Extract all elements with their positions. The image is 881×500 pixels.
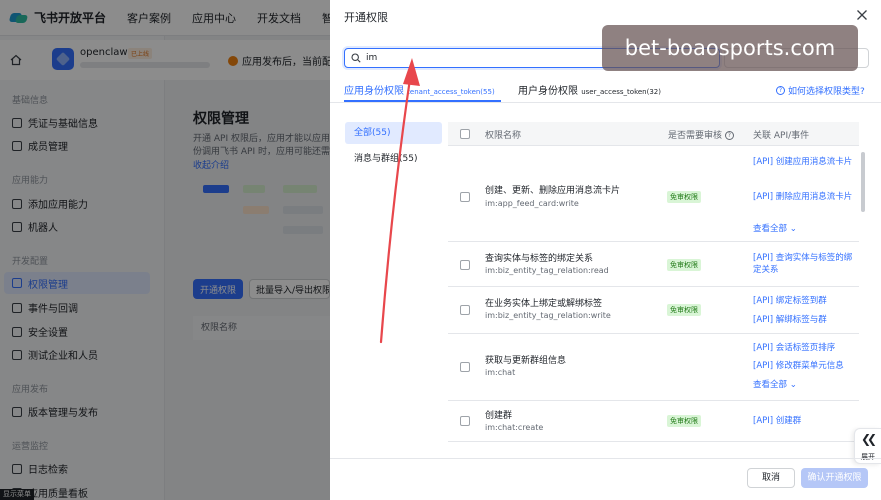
api-link[interactable]: [API] 查询实体与标签的绑定关系 xyxy=(753,252,853,276)
select-all-checkbox[interactable] xyxy=(460,129,470,139)
api-link[interactable]: [API] 删除应用消息流卡片 xyxy=(753,191,853,203)
table-scrollbar[interactable] xyxy=(861,152,865,212)
close-icon[interactable] xyxy=(856,9,868,21)
permission-name: 查询实体与标签的绑定关系 xyxy=(485,254,594,264)
api-link[interactable]: [API] 修改群菜单元信息 xyxy=(753,360,853,372)
permission-code: im:chat:create xyxy=(485,423,544,432)
permission-table: 权限名称 是否需要审核 ? 关联 API/事件 创建、更新、删除应用消息流卡片 … xyxy=(448,122,859,442)
review-badge: 免审权限 xyxy=(667,259,701,271)
table-row[interactable]: 查询实体与标签的绑定关系 im:biz_entity_tag_relation:… xyxy=(448,242,859,287)
permission-code: im:biz_entity_tag_relation:write xyxy=(485,311,611,320)
tab-sub-label: user_access_token(32) xyxy=(581,88,661,96)
category-all[interactable]: 全部(55) xyxy=(345,122,442,144)
permission-code: im:chat xyxy=(485,368,516,377)
help-icon: ? xyxy=(776,86,785,95)
view-all-link[interactable]: 查看全部 ⌄ xyxy=(753,222,797,234)
tab-label: 应用身份权限 xyxy=(344,86,404,97)
info-icon: ? xyxy=(724,131,734,140)
api-link[interactable]: [API] 创建应用消息流卡片 xyxy=(753,156,853,168)
modal-overlay[interactable] xyxy=(0,0,330,500)
tab-sub-label: tenant_access_token(55) xyxy=(407,88,495,96)
tab-tenant-permissions[interactable]: 应用身份权限 tenant_access_token(55) xyxy=(344,82,495,97)
table-header: 权限名称 是否需要审核 ? 关联 API/事件 xyxy=(448,122,859,146)
chevron-down-icon: ⌄ xyxy=(789,380,797,390)
row-checkbox[interactable] xyxy=(460,305,470,315)
view-all-label: 查看全部 xyxy=(753,380,788,390)
review-badge: 免审权限 xyxy=(667,415,701,427)
review-badge: 免审权限 xyxy=(667,191,701,203)
confirm-open-button[interactable]: 确认开通权限 xyxy=(801,468,868,488)
table-row[interactable]: 创建群 im:chat:create 免审权限 [API] 创建群 xyxy=(448,401,859,442)
header-review: 是否需要审核 ? xyxy=(668,128,734,141)
row-checkbox[interactable] xyxy=(460,192,470,202)
api-link[interactable]: [API] 绑定标签到群 xyxy=(753,295,853,307)
permission-code: im:app_feed_card:write xyxy=(485,199,579,208)
header-api: 关联 API/事件 xyxy=(753,131,810,141)
tabs-divider xyxy=(330,102,881,103)
expand-label: 展开 xyxy=(861,453,875,461)
view-all-label: 查看全部 xyxy=(753,224,788,234)
row-checkbox[interactable] xyxy=(460,260,470,270)
permission-name: 创建群 xyxy=(485,411,513,421)
footer-divider xyxy=(330,458,881,459)
table-row[interactable]: 创建、更新、删除应用消息流卡片 im:app_feed_card:write 免… xyxy=(448,146,859,242)
permission-code: im:biz_entity_tag_relation:read xyxy=(485,266,609,275)
search-icon xyxy=(351,53,361,63)
permission-name: 创建、更新、删除应用消息流卡片 xyxy=(485,186,621,196)
drawer-title: 开通权限 xyxy=(344,11,388,24)
watermark: bet-boaosports.com xyxy=(602,25,858,71)
open-permission-drawer: 开通权限 应用身份权限 tenant_access_token(55) 用户身份… xyxy=(330,0,881,500)
tab-label: 用户身份权限 xyxy=(518,86,578,97)
cancel-button[interactable]: 取消 xyxy=(747,468,795,488)
review-badge: 免审权限 xyxy=(667,304,701,316)
category-im[interactable]: 消息与群组(55) xyxy=(345,148,442,170)
api-link[interactable]: [API] 创建群 xyxy=(753,415,853,427)
view-all-link[interactable]: 查看全部 ⌄ xyxy=(753,378,797,390)
api-link[interactable]: [API] 解绑标签与群 xyxy=(753,314,853,326)
double-chevron-left-icon: ❮❮ xyxy=(861,432,877,446)
permission-type-help-link[interactable]: ? 如何选择权限类型? xyxy=(776,84,865,97)
help-link-text: 如何选择权限类型? xyxy=(788,87,865,97)
chevron-down-icon: ⌄ xyxy=(789,224,797,234)
header-review-label: 是否需要审核 xyxy=(668,131,723,141)
permission-name: 在业务实体上绑定或解绑标签 xyxy=(485,299,603,309)
table-row[interactable]: 在业务实体上绑定或解绑标签 im:biz_entity_tag_relation… xyxy=(448,287,859,334)
table-row[interactable]: 获取与更新群组信息 im:chat [API] 会话标签页排序 [API] 修改… xyxy=(448,334,859,401)
tab-user-permissions[interactable]: 用户身份权限 user_access_token(32) xyxy=(518,82,661,97)
permission-name: 获取与更新群组信息 xyxy=(485,356,567,366)
header-name: 权限名称 xyxy=(485,131,522,141)
row-checkbox[interactable] xyxy=(460,416,470,426)
row-checkbox[interactable] xyxy=(460,362,470,372)
api-link[interactable]: [API] 会话标签页排序 xyxy=(753,342,853,354)
